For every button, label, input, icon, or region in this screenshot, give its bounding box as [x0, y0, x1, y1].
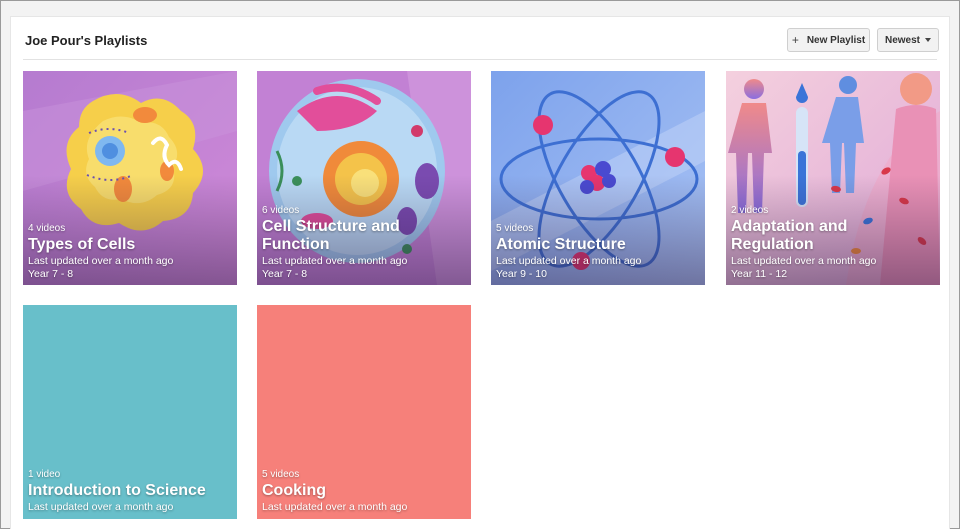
video-count: 5 videos [262, 469, 300, 480]
sort-label: Newest [884, 34, 920, 46]
caret-down-icon [925, 38, 931, 42]
last-updated: Last updated over a month ago [28, 501, 174, 513]
playlist-card-info: 4 videos Types of Cells Last updated ove… [28, 223, 231, 280]
year-level: Year 9 - 10 [496, 268, 547, 280]
playlist-card-info: 6 videos Cell Structure and Function Las… [262, 205, 465, 280]
header-divider [23, 59, 937, 60]
playlist-title: Adaptation and Regulation [731, 218, 848, 253]
playlist-card-atomic-structure[interactable]: 5 videos Atomic Structure Last updated o… [491, 71, 705, 285]
plus-icon: + [791, 33, 799, 47]
playlist-card-adaptation-regulation[interactable]: 2 videos Adaptation and Regulation Last … [726, 71, 940, 285]
video-count: 2 videos [731, 205, 769, 216]
last-updated: Last updated over a month ago [262, 255, 408, 267]
new-playlist-button[interactable]: + New Playlist [787, 28, 870, 52]
playlist-card-cell-structure[interactable]: 6 videos Cell Structure and Function Las… [257, 71, 471, 285]
video-count: 6 videos [262, 205, 300, 216]
playlist-card-info: 1 video Introduction to Science Last upd… [28, 469, 231, 514]
sort-dropdown[interactable]: Newest [877, 28, 939, 52]
last-updated: Last updated over a month ago [28, 255, 174, 267]
new-playlist-label: New Playlist [806, 34, 866, 46]
playlist-card-info: 2 videos Adaptation and Regulation Last … [731, 205, 934, 280]
playlist-card-types-of-cells[interactable]: 4 videos Types of Cells Last updated ove… [23, 71, 237, 285]
last-updated: Last updated over a month ago [496, 255, 642, 267]
playlist-card-info: 5 videos Cooking Last updated over a mon… [262, 469, 465, 514]
last-updated: Last updated over a month ago [731, 255, 877, 267]
page-title: Joe Pour's Playlists [25, 33, 148, 48]
video-count: 5 videos [496, 223, 534, 234]
playlist-title: Cooking [262, 482, 326, 499]
playlist-title: Introduction to Science [28, 482, 206, 499]
playlist-card-info: 5 videos Atomic Structure Last updated o… [496, 223, 699, 280]
year-level: Year 7 - 8 [28, 268, 74, 280]
playlist-card-cooking[interactable]: 5 videos Cooking Last updated over a mon… [257, 305, 471, 519]
year-level: Year 11 - 12 [731, 268, 788, 280]
video-count: 1 video [28, 469, 61, 480]
last-updated: Last updated over a month ago [262, 501, 408, 513]
playlist-title: Atomic Structure [496, 236, 626, 253]
playlist-title: Cell Structure and Function [262, 218, 400, 253]
year-level: Year 7 - 8 [262, 268, 308, 280]
playlist-card-introduction-to-science[interactable]: 1 video Introduction to Science Last upd… [23, 305, 237, 519]
video-count: 4 videos [28, 223, 66, 234]
playlists-panel: Joe Pour's Playlists + New Playlist Newe… [10, 16, 950, 529]
playlist-title: Types of Cells [28, 236, 136, 253]
